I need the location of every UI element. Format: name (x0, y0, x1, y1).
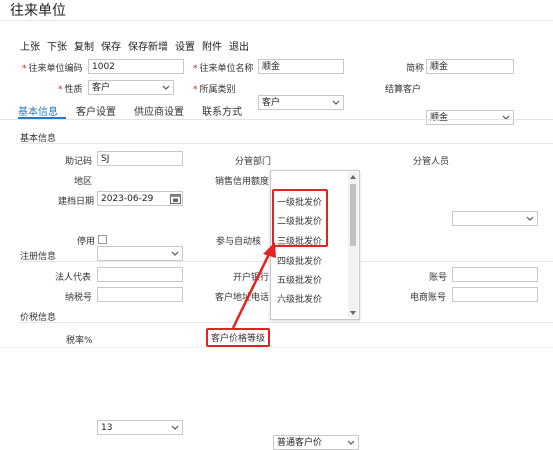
bottom-divider (0, 347, 553, 348)
code-label: * 往来单位编码 (22, 64, 83, 74)
mnemonic-input[interactable]: SJ (97, 151, 183, 166)
nature-select[interactable]: 客户 (88, 80, 174, 95)
calendar-icon[interactable] (170, 193, 181, 204)
region-select[interactable] (97, 246, 183, 261)
chevron-down-icon (171, 251, 179, 256)
disabled-checkbox[interactable] (98, 235, 107, 244)
toolbar: 上张 下张 复制 保存 保存新增 设置 附件 退出 (20, 38, 249, 53)
title-divider (0, 20, 553, 21)
exit-button[interactable]: 退出 (229, 38, 249, 53)
copy-button[interactable]: 复制 (74, 38, 94, 53)
chevron-down-icon (171, 425, 179, 430)
ebank-label: 电商账号 (410, 293, 447, 303)
page-title: 往来单位 (10, 3, 66, 19)
tab-customer-settings[interactable]: 客户设置 (76, 103, 116, 118)
settle-customer-select[interactable]: 顺金 (426, 110, 514, 125)
settings-button[interactable]: 设置 (175, 38, 195, 53)
staff-label: 分管人员 (413, 157, 450, 167)
category-select[interactable]: 客户 (258, 95, 344, 110)
tab-basic-info[interactable]: 基本信息 (18, 103, 58, 118)
tab-bar: 基本信息 客户设置 供应商设置 联系方式 (18, 103, 260, 118)
name-input[interactable]: 顺金 (258, 59, 344, 74)
disabled-label: 停用 (77, 237, 96, 247)
credit-limit-label: 销售信用额度 (215, 177, 270, 187)
scroll-up-icon[interactable] (349, 173, 357, 181)
tax-no-label: 纳税号 (65, 293, 93, 303)
account-input[interactable] (452, 267, 538, 282)
prev-button[interactable]: 上张 (20, 38, 40, 53)
ebank-input[interactable] (452, 287, 538, 302)
scroll-down-icon[interactable] (349, 309, 357, 317)
short-name-label: 简称 (406, 64, 425, 74)
mnemonic-label: 助记码 (65, 157, 93, 167)
section-divider (20, 143, 553, 144)
tax-no-input[interactable] (97, 287, 183, 302)
staff-select[interactable] (452, 211, 538, 226)
code-input[interactable]: 1002 (88, 59, 184, 74)
chevron-down-icon (162, 85, 170, 90)
chevron-down-icon (332, 100, 340, 105)
tax-rate-select[interactable]: 13 (97, 420, 183, 435)
name-label: * 往来单位名称 (193, 64, 254, 74)
create-date-label: 建档日期 (58, 197, 95, 207)
tab-contact[interactable]: 联系方式 (202, 103, 242, 118)
save-new-button[interactable]: 保存新增 (128, 38, 168, 53)
annotation-arrow-icon (231, 242, 276, 329)
chevron-down-icon (502, 115, 510, 120)
legal-rep-label: 法人代表 (55, 273, 92, 283)
next-button[interactable]: 下张 (47, 38, 67, 53)
short-name-input[interactable]: 顺金 (426, 59, 514, 74)
save-button[interactable]: 保存 (101, 38, 121, 53)
scroll-thumb[interactable] (350, 184, 356, 246)
settle-customer-label: 结算客户 (385, 85, 422, 95)
nature-label: * 性质 (58, 85, 83, 95)
category-label: * 所属类别 (193, 85, 236, 95)
tab-supplier-settings[interactable]: 供应商设置 (134, 103, 184, 118)
dropdown-scrollbar[interactable] (348, 172, 358, 318)
chevron-down-icon (526, 216, 534, 221)
highlight-box (272, 189, 328, 247)
tab-divider (0, 119, 553, 120)
price-level-select[interactable]: 普通客户价 (273, 435, 359, 450)
chevron-down-icon (347, 440, 355, 445)
region-label: 地区 (74, 177, 93, 187)
legal-rep-input[interactable] (97, 267, 183, 282)
dept-label: 分管部门 (235, 157, 272, 167)
section-divider (20, 322, 553, 323)
account-label: 账号 (429, 273, 448, 283)
tax-rate-label: 税率% (66, 336, 93, 346)
attachment-button[interactable]: 附件 (202, 38, 222, 53)
